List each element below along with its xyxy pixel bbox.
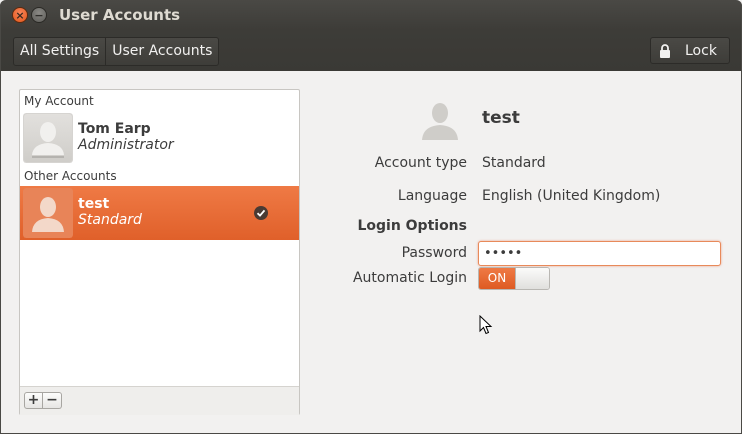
automatic-login-switch[interactable]: ON [478,267,550,290]
list-item-user-tom-earp[interactable]: Tom Earp Administrator [20,111,299,165]
logged-in-check-icon [254,206,268,220]
toolbar: All Settings User Accounts Lock [0,30,742,71]
user-role: Standard [78,212,142,228]
login-options-heading: Login Options [357,218,467,234]
my-account-label: My Account [24,94,94,108]
password-field[interactable] [478,241,721,266]
accounts-list: My Account Tom Earp Administrator Other … [19,89,300,415]
title-bar: × − User Accounts [0,0,742,30]
lock-icon [660,43,670,58]
window-title: User Accounts [59,6,181,24]
avatar-icon [23,113,73,163]
switch-knob[interactable] [515,268,549,289]
list-item-user-test[interactable]: test Standard [20,186,299,240]
user-role: Administrator [78,137,174,153]
account-type-label: Account type [374,155,467,171]
lock-button-label: Lock [685,42,717,59]
user-avatar-icon[interactable] [418,99,462,141]
account-type-value[interactable]: Standard [482,155,546,171]
remove-user-button[interactable]: − [43,392,62,409]
switch-state-label: ON [479,268,515,289]
automatic-login-label: Automatic Login [352,270,467,286]
breadcrumb-all-settings[interactable]: All Settings [14,38,105,65]
user-name: test [78,196,110,212]
lock-button[interactable]: Lock [650,37,730,64]
language-value[interactable]: English (United Kingdom) [482,188,660,204]
other-accounts-label: Other Accounts [24,169,117,183]
password-label: Password [401,245,467,261]
add-user-button[interactable]: + [24,392,43,409]
minimize-window-button[interactable]: − [31,7,47,23]
language-label: Language [397,188,467,204]
breadcrumb-user-accounts[interactable]: User Accounts [105,38,218,65]
user-name: Tom Earp [78,121,151,137]
close-window-button[interactable]: × [12,7,28,23]
selected-user-name[interactable]: test [482,108,520,128]
list-toolbar: + − [20,386,299,415]
breadcrumb: All Settings User Accounts [13,37,220,66]
avatar-icon [23,188,73,238]
mouse-cursor-icon [479,315,493,335]
